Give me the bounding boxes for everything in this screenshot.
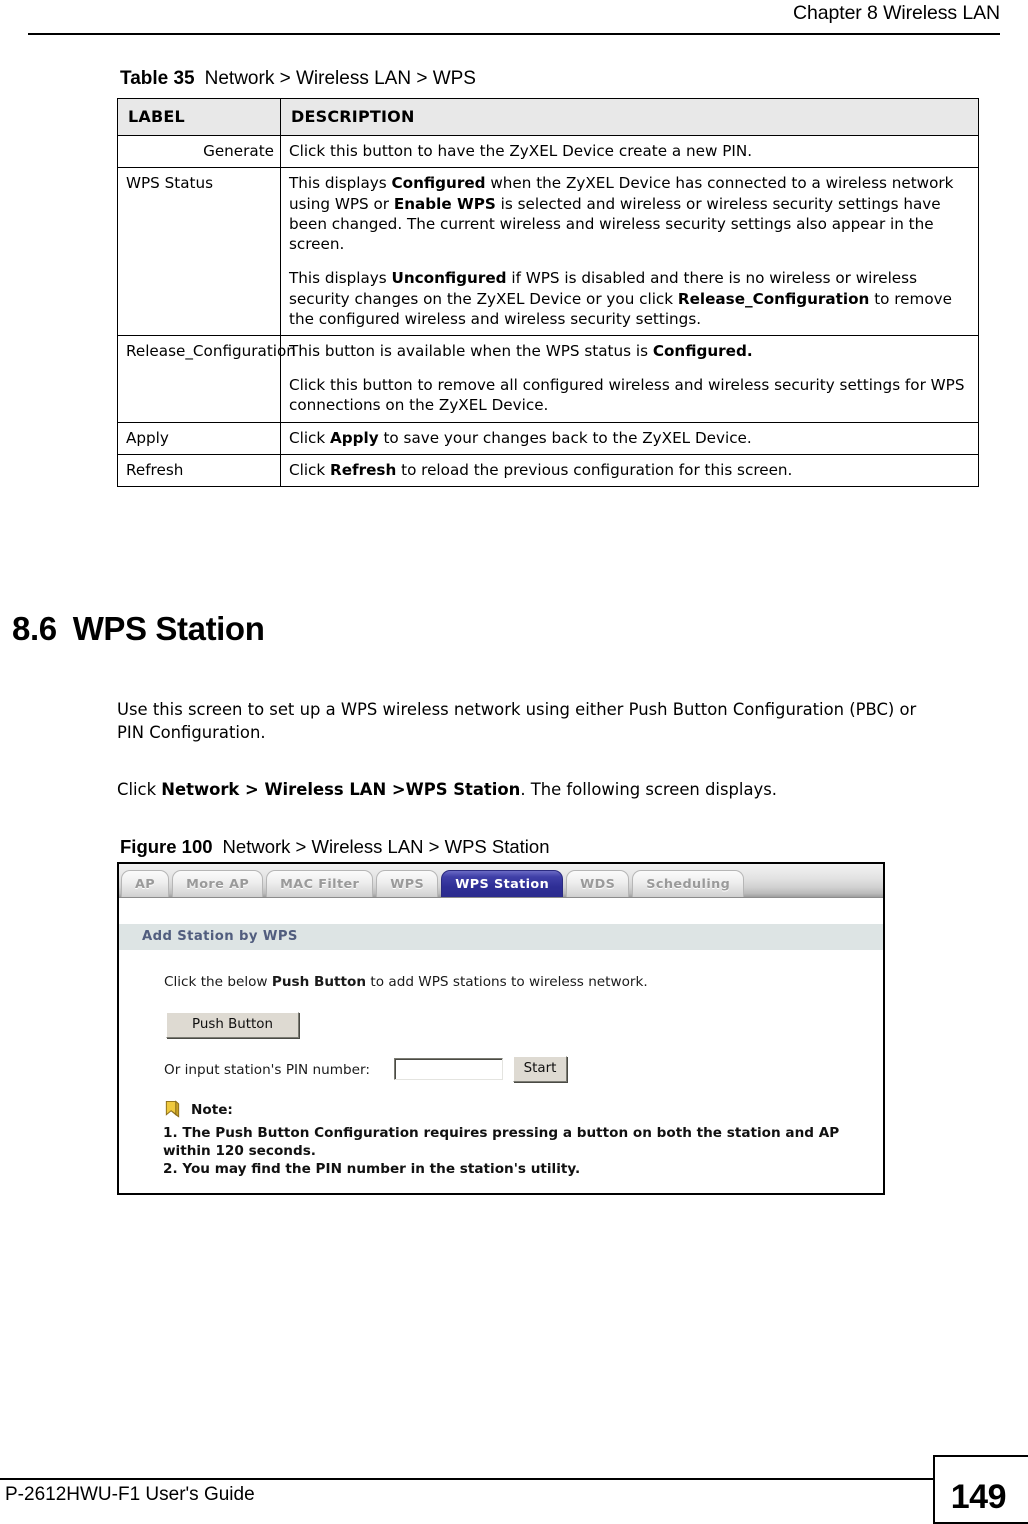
text-run-bold: Release_Configuration <box>677 289 870 308</box>
tab-wds[interactable]: WDS <box>566 870 630 897</box>
section-bar-add-station: Add Station by WPS <box>119 924 883 950</box>
text-run: This button is available when the WPS st… <box>289 342 653 361</box>
table-cell-label: Generate <box>117 135 281 169</box>
table-body: Generate Click this button to have the Zy… <box>117 135 979 488</box>
note-list: 1. The Push Button Configuration require… <box>163 1124 863 1178</box>
tab-ap[interactable]: AP <box>121 870 170 897</box>
header-divider <box>28 33 1000 35</box>
footer-guide-title: P-2612HWU-F1 User's Guide <box>5 1484 255 1505</box>
text-run-bold: Configured. <box>652 342 753 361</box>
text-run: Click the below <box>164 974 272 990</box>
text-run: . The following screen displays. <box>520 780 777 799</box>
note-title: Note: <box>191 1101 233 1118</box>
table-cell-description: This displays Configured when the ZyXEL … <box>280 167 979 337</box>
text-run: to add WPS stations to wireless network. <box>366 974 648 990</box>
note-item: 2. You may find the PIN number in the st… <box>163 1161 581 1178</box>
text-run-bold: Push Button <box>271 974 367 990</box>
panel-body: Add Station by WPS Click the below Push … <box>119 898 883 1193</box>
table-cell-label: Release_Configuration <box>117 335 296 423</box>
figure-caption-text: Network > Wireless LAN > WPS Station <box>222 836 550 857</box>
table-cell-paragraph: Click Apply to save your changes back to… <box>289 428 970 448</box>
table-row: Generate Click this button to have the Zy… <box>117 135 979 169</box>
wps-settings-table: LABEL DESCRIPTION Generate Click this but… <box>117 97 979 488</box>
tab-bar: AP More AP MAC Filter WPS WPS Station WDS Sche… <box>119 864 883 898</box>
text-run: Use this screen to set up a WPS wireless… <box>117 700 917 743</box>
text-run-bold: Enable WPS <box>393 194 496 213</box>
table-caption-text: Network > Wireless LAN > WPS <box>204 68 476 89</box>
text-run-bold: Unconfigured <box>391 269 507 288</box>
table-cell-description: Click Refresh to reload the previous con… <box>280 453 979 488</box>
text-run: Click <box>289 460 331 479</box>
table-cell-paragraph: Click this button to have the ZyXEL Devi… <box>289 141 970 161</box>
table-cell-paragraph: This displays Unconfigured if WPS is dis… <box>289 268 970 329</box>
paragraph-intro: Use this screen to set up a WPS wireless… <box>117 698 947 745</box>
table-cell-paragraph: Click this button to remove all configur… <box>289 375 970 415</box>
text-run: This displays <box>289 174 392 193</box>
text-run: Click this button to have the ZyXEL Devi… <box>289 142 753 161</box>
note-heading: Note: <box>163 1100 233 1119</box>
table-cell-paragraph: This button is available when the WPS st… <box>289 341 970 361</box>
text-run: Click <box>117 780 162 799</box>
text-run: to reload the previous configuration for… <box>396 460 793 479</box>
column-header-label: LABEL <box>117 97 281 137</box>
table-cell-paragraph: Click Refresh to reload the previous con… <box>289 460 970 480</box>
start-button[interactable]: Start <box>513 1056 567 1082</box>
table-cell-description: This button is available when the WPS st… <box>280 335 979 423</box>
tab-mac-filter[interactable]: MAC Filter <box>266 870 374 897</box>
push-button[interactable]: Push Button <box>166 1012 299 1038</box>
paragraph-click-path: Click Network > Wireless LAN >WPS Statio… <box>117 778 947 801</box>
text-run-bold: Refresh <box>330 460 397 479</box>
table-row: Apply Click Apply to save your changes ba… <box>117 421 979 455</box>
table-cell-description: Click Apply to save your changes back to… <box>280 421 979 455</box>
section-title: WPS Station <box>72 610 265 647</box>
table-row: Release_Configuration This button is avai… <box>117 335 979 423</box>
figure-caption: Figure 100 Network > Wireless LAN > WPS S… <box>120 836 550 858</box>
tab-bar-filler <box>747 870 883 897</box>
text-run-bold: Apply <box>330 428 379 447</box>
text-run: Click this button to remove all configur… <box>289 376 965 415</box>
table-caption-label: Table 35 <box>120 68 195 89</box>
push-button-instruction: Click the below Push Button to add WPS s… <box>164 974 648 990</box>
text-run: Click <box>289 428 331 447</box>
pin-number-input[interactable] <box>394 1058 503 1080</box>
table-cell-label: Apply <box>117 421 281 455</box>
table-caption: Table 35 Network > Wireless LAN > WPS <box>120 68 476 90</box>
note-item: 1. The Push Button Configuration require… <box>163 1125 840 1160</box>
router-screenshot: AP More AP MAC Filter WPS WPS Station WDS Sche… <box>117 862 885 1195</box>
section-heading: 8.6 WPS Station <box>12 610 265 648</box>
tab-more-ap[interactable]: More AP <box>172 870 264 897</box>
tab-wps[interactable]: WPS <box>376 870 439 897</box>
table-row: WPS Status This displays Configured when … <box>117 167 979 337</box>
tab-scheduling[interactable]: Scheduling <box>632 870 745 897</box>
figure-caption-label: Figure 100 <box>120 836 213 857</box>
text-run-bold: Configured <box>391 174 486 193</box>
section-number: 8.6 <box>12 610 57 647</box>
column-header-description: DESCRIPTION <box>280 97 979 137</box>
table-header-row: LABEL DESCRIPTION <box>117 97 979 137</box>
table-row: Refresh Click Refresh to reload the previ… <box>117 453 979 488</box>
text-run: to save your changes back to the ZyXEL D… <box>378 428 752 447</box>
tab-wps-station[interactable]: WPS Station <box>441 870 564 897</box>
text-run: This displays <box>289 269 392 288</box>
chapter-title: Chapter 8 Wireless LAN <box>793 2 1000 24</box>
table-cell-description: Click this button to have the ZyXEL Devi… <box>280 135 979 169</box>
table-cell-paragraph: This displays Configured when the ZyXEL … <box>289 173 970 254</box>
text-run-bold: Network > Wireless LAN >WPS Station <box>161 780 521 799</box>
table-cell-label: WPS Status <box>117 167 281 337</box>
footer-divider <box>0 1478 935 1480</box>
table-cell-label: Refresh <box>117 453 281 488</box>
note-bookmark-icon <box>165 1100 180 1118</box>
footer-page-number: 149 <box>950 1478 1007 1516</box>
pin-number-label: Or input station's PIN number: <box>164 1062 370 1078</box>
